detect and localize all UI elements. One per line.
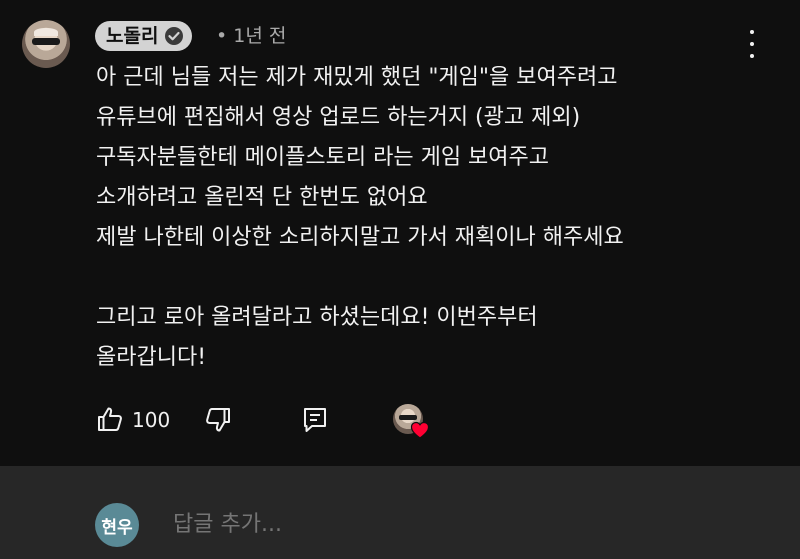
comment-thread: 노돌리 • 1년 전 아 근데 님들 저는 제가 재밌게 했던 "게임"을 보여… <box>0 0 800 466</box>
avatar-hair <box>34 28 58 36</box>
creator-heart-badge <box>393 404 433 440</box>
author-name[interactable]: 노돌리 <box>106 21 158 51</box>
comment-timestamp[interactable]: • 1년 전 <box>216 22 286 50</box>
reply-input[interactable] <box>171 506 735 544</box>
more-vertical-icon[interactable] <box>742 30 762 58</box>
reply-icon[interactable] <box>302 406 328 434</box>
heart-icon <box>410 421 430 439</box>
thumbs-up-icon[interactable] <box>96 405 124 433</box>
verified-check-icon <box>165 27 184 45</box>
like-count: 100 <box>132 408 171 432</box>
author-avatar[interactable] <box>22 20 70 68</box>
reply-composer: 현우 <box>0 466 800 559</box>
current-user-avatar[interactable]: 현우 <box>95 503 139 547</box>
thumbs-down-icon[interactable] <box>204 406 232 434</box>
avatar-glasses <box>32 38 60 45</box>
comment-action-bar: 100 <box>96 400 696 440</box>
comment-body: 아 근데 님들 저는 제가 재밌게 했던 "게임"을 보여주려고 유튜브에 편집… <box>96 65 624 370</box>
author-chip[interactable]: 노돌리 <box>95 21 193 51</box>
